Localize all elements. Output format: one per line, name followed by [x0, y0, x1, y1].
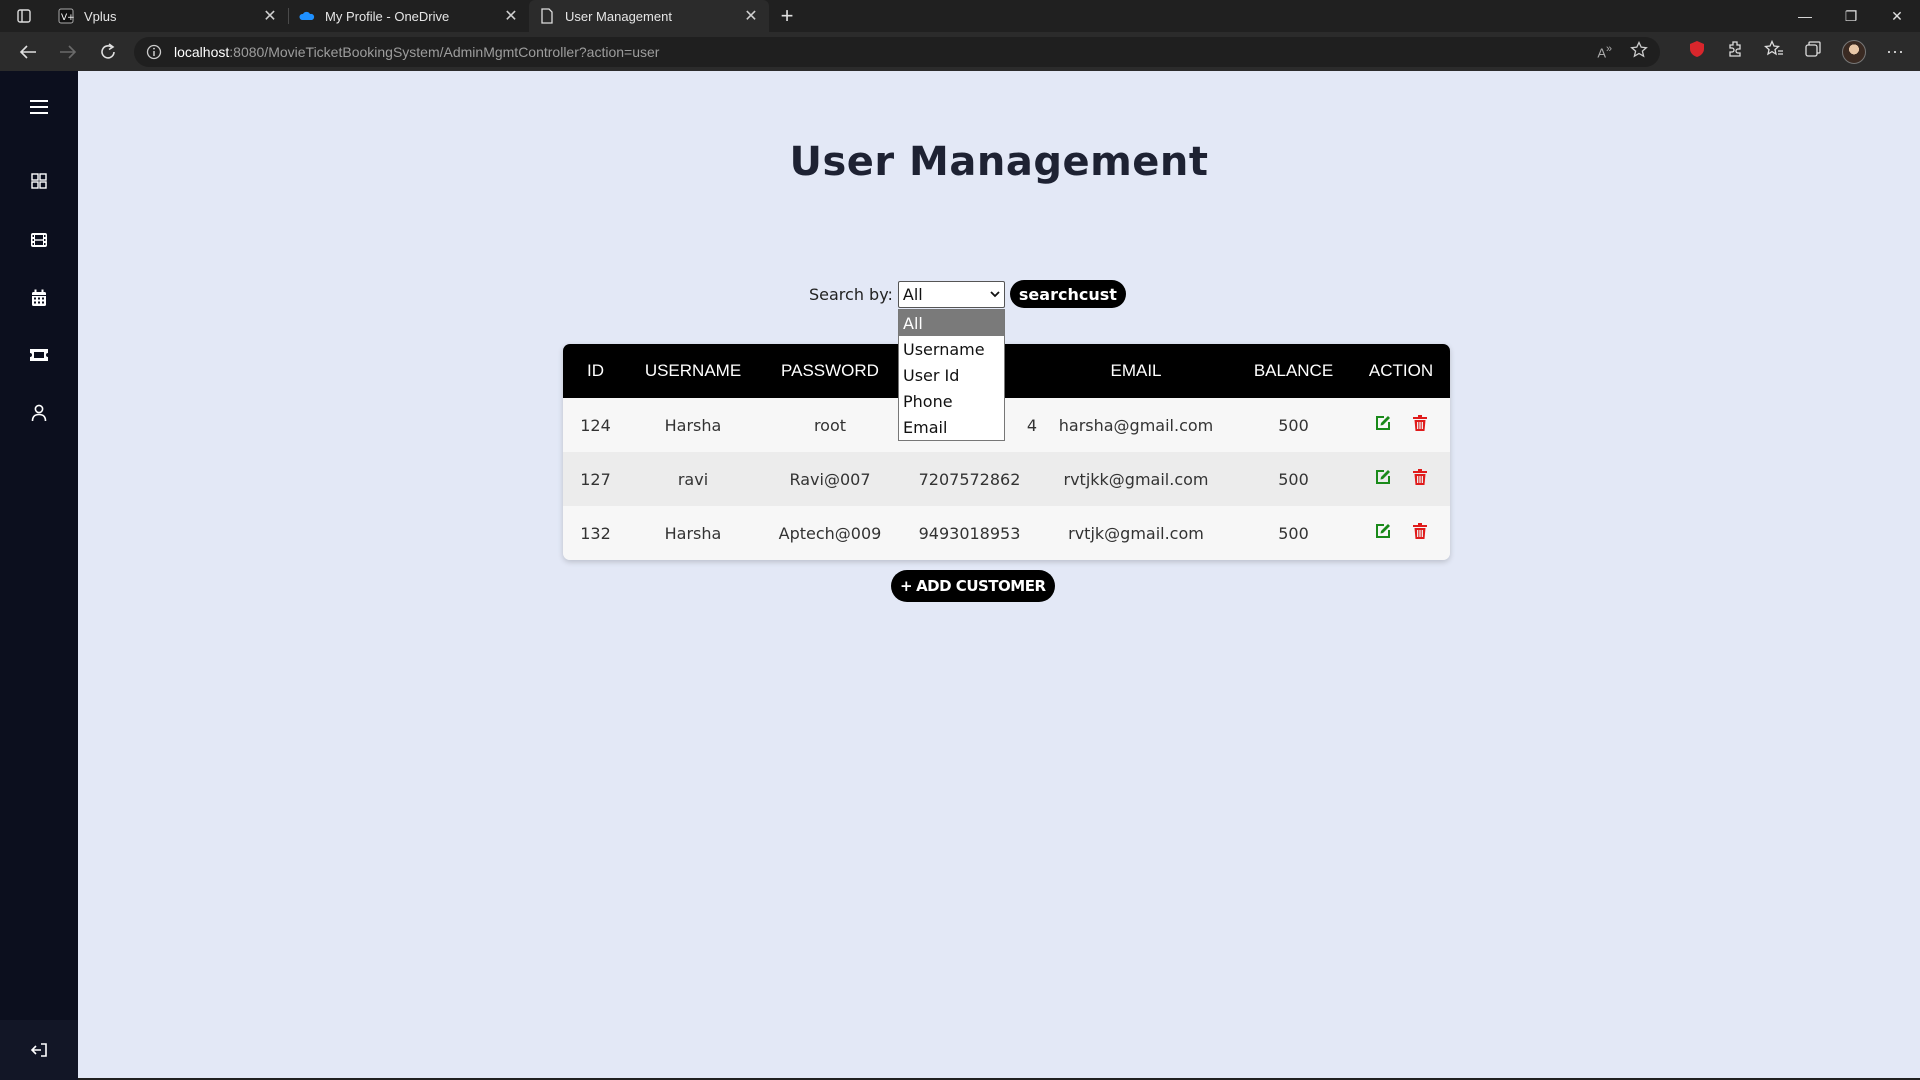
restore-icon[interactable]: ❐	[1828, 0, 1874, 32]
search-by-dropdown: All Username User Id Phone Email	[898, 309, 1005, 441]
tab-vplus[interactable]: V+ Vplus ✕	[48, 0, 288, 32]
cell-username: Harsha	[664, 415, 722, 435]
tab-title: User Management	[565, 8, 672, 24]
edit-icon[interactable]	[1375, 469, 1391, 489]
cell-action	[1352, 398, 1450, 452]
close-tab-icon[interactable]: ✕	[262, 8, 278, 25]
table-header-row: ID USERNAME PASSWORD EMAIL BALANCE ACTIO…	[563, 344, 1450, 398]
page-title: User Management	[789, 139, 1209, 185]
cell-id: 132	[580, 523, 611, 543]
browser-toolbar: localhost:8080/MovieTicketBookingSystem/…	[0, 32, 1920, 71]
header-email: EMAIL	[1110, 361, 1162, 380]
cell-phone: 9493018953	[918, 523, 1021, 543]
site-info-icon[interactable]	[146, 44, 162, 60]
cell-balance: 500	[1278, 523, 1309, 543]
cell-phone: 7207572862	[918, 469, 1021, 489]
onedrive-icon	[299, 8, 315, 24]
cell-username: ravi	[677, 469, 709, 489]
tab-actions-icon[interactable]	[0, 0, 48, 32]
delete-icon[interactable]	[1413, 415, 1427, 435]
selected-option: All	[902, 284, 923, 304]
ticket-icon[interactable]	[0, 335, 78, 375]
add-customer-label: ADD CUSTOMER	[916, 577, 1046, 595]
url-path: :8080/MovieTicketBookingSystem/AdminMgmt…	[229, 43, 660, 60]
page-icon	[539, 8, 555, 24]
search-by-label: Search by:	[809, 284, 893, 304]
page-viewport: User Management Search by: All searchcus…	[0, 71, 1920, 1080]
cell-password: root	[813, 415, 847, 435]
svg-text:V+: V+	[61, 13, 74, 23]
menu-icon[interactable]	[0, 87, 78, 127]
cell-balance: 500	[1278, 415, 1309, 435]
read-aloud-icon[interactable]: A»	[1597, 43, 1612, 60]
cell-email: harsha@gmail.com	[1058, 415, 1214, 435]
table-row: 124 Harsha root 4 harsha@gmail.com 500	[563, 398, 1450, 452]
chevron-down-icon	[990, 287, 1000, 301]
favorites-icon[interactable]	[1763, 39, 1784, 63]
tab-bar: V+ Vplus ✕ My Profile - OneDrive ✕ User …	[0, 0, 1920, 32]
add-customer-button[interactable]: + ADD CUSTOMER	[891, 570, 1055, 602]
calendar-icon[interactable]	[0, 278, 78, 318]
extension-shield-icon[interactable]	[1688, 40, 1706, 63]
close-window-icon[interactable]: ✕	[1874, 0, 1920, 32]
cell-action	[1352, 452, 1450, 506]
cell-password: Ravi@007	[789, 469, 871, 489]
forward-icon[interactable]	[48, 36, 88, 68]
table-row: 132 Harsha Aptech@009 9493018953 rvtjk@g…	[563, 506, 1450, 560]
tab-title: My Profile - OneDrive	[325, 8, 450, 24]
header-username: USERNAME	[644, 361, 742, 380]
option-email[interactable]: Email	[899, 414, 1004, 440]
delete-icon[interactable]	[1413, 523, 1427, 543]
delete-icon[interactable]	[1413, 469, 1427, 489]
header-id: ID	[587, 361, 604, 380]
add-favorite-icon[interactable]	[1630, 40, 1648, 62]
tab-title: Vplus	[84, 8, 117, 24]
search-by-select[interactable]: All	[897, 280, 1005, 308]
header-balance: BALANCE	[1253, 361, 1334, 380]
search-button[interactable]: searchcust	[1009, 280, 1126, 308]
minimize-icon[interactable]: —	[1782, 0, 1828, 32]
refresh-icon[interactable]	[88, 36, 128, 68]
option-username[interactable]: Username	[899, 336, 1004, 362]
vplus-icon: V+	[58, 8, 74, 24]
edit-icon[interactable]	[1375, 415, 1391, 435]
close-tab-icon[interactable]: ✕	[503, 8, 519, 25]
plus-icon: +	[900, 577, 913, 595]
search-bar: Search by: All searchcust	[809, 280, 1126, 308]
users-table-card: ID USERNAME PASSWORD EMAIL BALANCE ACTIO…	[563, 344, 1450, 560]
table-row: 127 ravi Ravi@007 7207572862 rvtjkk@gmai…	[563, 452, 1450, 506]
extensions-icon[interactable]	[1726, 40, 1744, 63]
collections-icon[interactable]	[1804, 40, 1822, 63]
more-menu-icon[interactable]: ···	[1886, 41, 1904, 62]
header-action: ACTION	[1368, 361, 1434, 380]
cell-password: Aptech@009	[778, 523, 882, 543]
users-table: ID USERNAME PASSWORD EMAIL BALANCE ACTIO…	[563, 344, 1450, 560]
logout-icon[interactable]	[0, 1020, 78, 1080]
header-password: PASSWORD	[781, 361, 879, 380]
tab-user-management[interactable]: User Management ✕	[529, 0, 769, 32]
window-controls: — ❐ ✕	[1782, 0, 1920, 32]
option-user-id[interactable]: User Id	[899, 362, 1004, 388]
cell-username: Harsha	[664, 523, 722, 543]
close-tab-icon[interactable]: ✕	[743, 8, 759, 25]
new-tab-icon[interactable]: +	[769, 0, 805, 32]
back-icon[interactable]	[8, 36, 48, 68]
cell-id: 127	[580, 469, 611, 489]
url-host: localhost	[174, 43, 230, 60]
cell-id: 124	[580, 415, 611, 435]
sidebar	[0, 71, 78, 1080]
address-bar[interactable]: localhost:8080/MovieTicketBookingSystem/…	[134, 36, 1661, 67]
cell-email: rvtjk@gmail.com	[1068, 523, 1204, 543]
cell-balance: 500	[1278, 469, 1309, 489]
edit-icon[interactable]	[1375, 523, 1391, 543]
cell-email: rvtjkk@gmail.com	[1063, 469, 1209, 489]
user-icon[interactable]	[0, 393, 78, 433]
option-all[interactable]: All	[899, 310, 1004, 336]
dashboard-icon[interactable]	[0, 161, 78, 201]
option-phone[interactable]: Phone	[899, 388, 1004, 414]
profile-avatar[interactable]	[1842, 39, 1867, 64]
film-icon[interactable]	[0, 220, 78, 260]
cell-action	[1352, 506, 1450, 560]
tab-onedrive[interactable]: My Profile - OneDrive ✕	[289, 0, 529, 32]
